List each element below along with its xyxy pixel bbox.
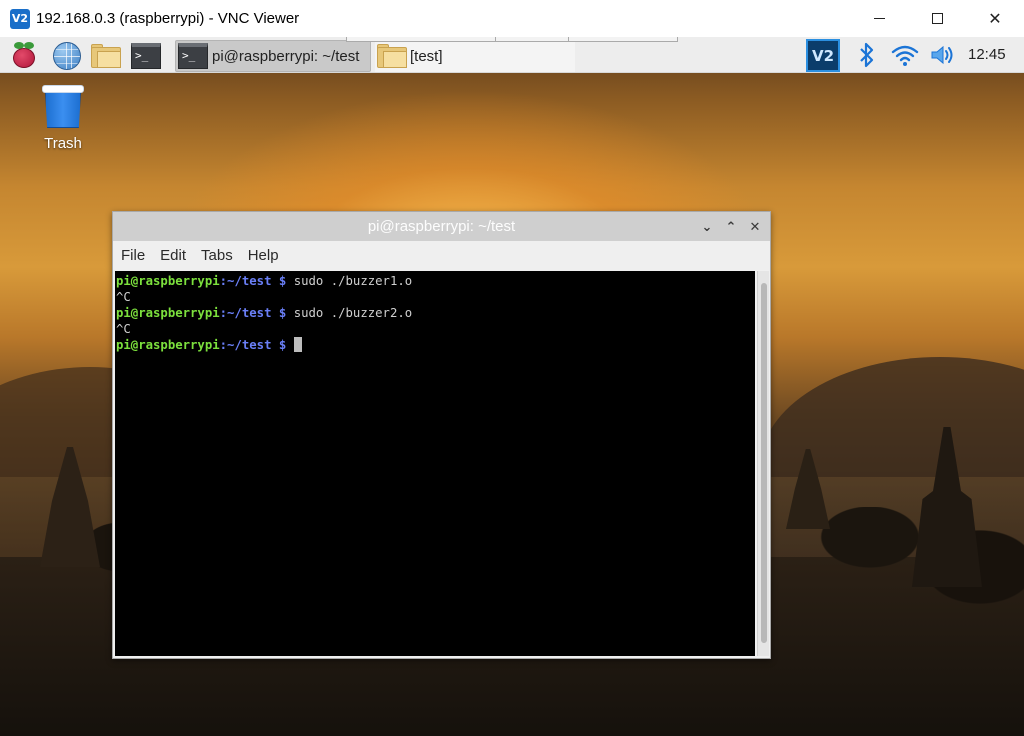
terminal-window: pi@raspberrypi: ~/test ⌄ ⌃ ✕ File Edit T… <box>112 211 771 659</box>
vnc-server-tray-icon[interactable]: V2 <box>806 39 840 72</box>
prompt-user: pi@raspberrypi <box>116 338 220 352</box>
text-cursor <box>293 337 302 352</box>
vnc-window-title: 192.168.0.3 (raspberrypi) - VNC Viewer <box>36 10 300 27</box>
command-text <box>286 338 293 352</box>
output-text: ^C <box>116 322 131 336</box>
terminal-title: pi@raspberrypi: ~/test <box>367 218 516 235</box>
wifi-icon[interactable] <box>891 41 919 69</box>
menu-file[interactable]: File <box>121 247 145 264</box>
menu-help[interactable]: Help <box>248 247 279 264</box>
close-icon: ✕ <box>749 219 761 234</box>
terminal-line: pi@raspberrypi:~/test $ sudo ./buzzer1.o <box>116 273 754 289</box>
raspberry-menu-button[interactable] <box>8 40 40 72</box>
terminal-scrollbar[interactable] <box>757 271 769 656</box>
menu-tabs[interactable]: Tabs <box>201 247 233 264</box>
terminal-maximize-button[interactable]: ⌃ <box>721 217 741 237</box>
terminal-line: ^C <box>116 321 754 337</box>
vnc-toolbar-handle[interactable] <box>346 37 678 42</box>
terminal-icon: >_ <box>131 43 161 69</box>
terminal-icon: >_ <box>178 43 208 69</box>
file-manager-launcher[interactable] <box>90 40 122 72</box>
remote-desktop: >_ >_ pi@raspberrypi: ~/test [test] V2 1… <box>0 37 1024 736</box>
terminal-close-button[interactable]: ✕ <box>745 217 765 237</box>
command-text: sudo ./buzzer2.o <box>286 306 413 320</box>
command-text: sudo ./buzzer1.o <box>286 274 413 288</box>
volume-icon[interactable] <box>929 41 957 69</box>
maximize-icon <box>931 13 943 24</box>
terminal-titlebar[interactable]: pi@raspberrypi: ~/test ⌄ ⌃ ✕ <box>113 212 770 241</box>
prompt-path: :~/test $ <box>219 274 287 288</box>
scrollbar-thumb[interactable] <box>761 283 767 643</box>
output-text: ^C <box>116 290 131 304</box>
globe-icon <box>53 42 81 70</box>
terminal-line: pi@raspberrypi:~/test $ <box>116 337 754 353</box>
vnc-titlebar: V2 192.168.0.3 (raspberrypi) - VNC Viewe… <box>0 0 1024 37</box>
terminal-line: pi@raspberrypi:~/test $ sudo ./buzzer2.o <box>116 305 754 321</box>
maximize-button[interactable] <box>908 0 966 37</box>
prompt-user: pi@raspberrypi <box>116 306 220 320</box>
chevron-up-icon: ⌃ <box>725 219 737 234</box>
minimize-button[interactable] <box>850 0 908 37</box>
taskbar-item-label: [test] <box>410 47 443 65</box>
terminal-line: ^C <box>116 289 754 305</box>
terminal-launcher[interactable]: >_ <box>130 40 162 72</box>
bluetooth-icon[interactable] <box>853 41 881 69</box>
prompt-path: :~/test $ <box>219 338 287 352</box>
raspberry-icon <box>11 42 37 70</box>
taskbar-item-label: pi@raspberrypi: ~/test <box>212 47 360 65</box>
menu-edit[interactable]: Edit <box>160 247 186 264</box>
trash-icon <box>42 83 84 129</box>
terminal-output[interactable]: pi@raspberrypi:~/test $ sudo ./buzzer1.o… <box>115 271 755 656</box>
prompt-user: pi@raspberrypi <box>116 274 220 288</box>
clock[interactable]: 12:45 <box>968 46 1006 63</box>
close-icon: ✕ <box>988 10 1002 28</box>
web-browser-launcher[interactable] <box>51 40 83 72</box>
taskbar-item-terminal[interactable]: >_ pi@raspberrypi: ~/test <box>175 40 371 72</box>
terminal-menubar: File Edit Tabs Help <box>113 241 770 270</box>
prompt-path: :~/test $ <box>219 306 287 320</box>
close-button[interactable]: ✕ <box>966 0 1024 37</box>
chevron-down-icon: ⌄ <box>701 219 713 234</box>
desktop-trash[interactable]: Trash <box>30 83 96 152</box>
terminal-minimize-button[interactable]: ⌄ <box>697 217 717 237</box>
taskbar-item-folder[interactable]: [test] <box>375 40 575 72</box>
folder-icon <box>377 44 407 68</box>
trash-label: Trash <box>44 135 82 152</box>
vnc-logo-icon: V2 <box>10 8 30 29</box>
folder-icon <box>91 44 121 68</box>
minimize-icon <box>873 17 885 20</box>
top-panel: >_ >_ pi@raspberrypi: ~/test [test] V2 1… <box>0 37 1024 73</box>
